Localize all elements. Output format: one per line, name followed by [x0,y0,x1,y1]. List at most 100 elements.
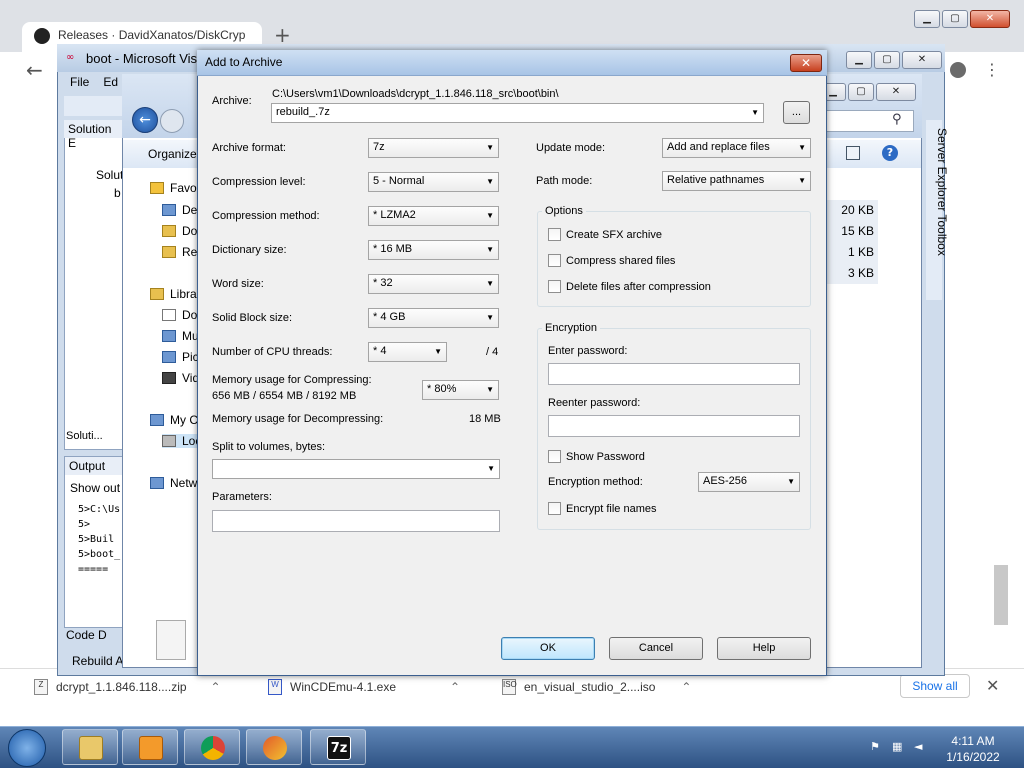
preview-pane-icon[interactable] [846,146,860,160]
maximize-button[interactable]: ▢ [848,83,874,101]
download-item[interactable]: W WinCDEmu-4.1.exe ⌃ [268,677,460,697]
ok-button[interactable]: OK [501,637,595,660]
chrome-icon [201,736,225,760]
server-explorer-toolbox-tabs[interactable]: Server Explorer Toolbox [919,128,949,256]
search-icon[interactable]: ⚲ [892,112,902,127]
profile-avatar-icon[interactable] [950,62,966,78]
dialog-close-button[interactable]: ✕ [790,54,822,72]
vs-logo-icon: ∞ [66,52,75,63]
solution-explorer-tab[interactable]: Soluti... [66,430,126,448]
show-password-checkbox[interactable]: Show Password [548,450,645,463]
taskbar-chrome[interactable] [184,729,240,765]
taskbar-media-player[interactable] [122,729,178,765]
dictionary-size-select[interactable]: * 16 MB [368,240,499,260]
chevron-up-icon[interactable]: ⌃ [681,680,691,694]
delete-after-compression-checkbox[interactable]: Delete files after compression [548,280,711,293]
cancel-button[interactable]: Cancel [609,637,703,660]
checkbox-box[interactable] [548,280,561,293]
nav-item-music[interactable]: Mu [162,329,199,343]
create-sfx-checkbox[interactable]: Create SFX archive [548,228,662,241]
forward-arrow-icon[interactable] [160,109,184,133]
parameters-label: Parameters: [212,491,272,503]
parameters-input[interactable] [212,510,500,532]
nav-item-libraries[interactable]: Libra [150,287,197,301]
nav-item-videos[interactable]: Vid [162,371,199,385]
download-item[interactable]: ISO en_visual_studio_2....iso ⌃ [502,677,691,697]
nav-item-local-disk[interactable]: Loc [162,434,202,448]
back-arrow-icon[interactable]: ← [26,58,43,82]
nav-item-computer[interactable]: My C [150,413,198,427]
network-icon[interactable]: ▦ [892,740,906,754]
browse-button[interactable]: ... [783,101,810,124]
chevron-up-icon[interactable]: ⌃ [211,680,221,694]
update-mode-select[interactable]: Add and replace files [662,138,811,158]
split-volumes-label: Split to volumes, bytes: [212,441,326,453]
tray-clock[interactable]: 4:11 AM 1/16/2022 [940,733,1006,765]
media-player-icon [139,736,163,760]
compression-level-select[interactable]: 5 - Normal [368,172,499,192]
desktop-icon [162,204,176,216]
compression-method-select[interactable]: * LZMA2 [368,206,499,226]
nav-item-network[interactable]: Netw [150,476,197,490]
back-arrow-icon[interactable]: ← [132,107,158,133]
help-icon[interactable]: ? [882,145,898,161]
file-size: 20 KB [822,200,878,221]
action-center-icon[interactable]: ⚑ [870,740,884,754]
solid-block-size-select[interactable]: * 4 GB [368,308,499,328]
word-size-select[interactable]: * 32 [368,274,499,294]
close-button[interactable]: ✕ [902,51,942,69]
minimize-button[interactable]: ▁ [846,51,872,69]
help-button[interactable]: Help [717,637,811,660]
encryption-method-select[interactable]: AES-256 [698,472,800,492]
encrypt-file-names-checkbox[interactable]: Encrypt file names [548,502,656,515]
cpu-threads-label: Number of CPU threads: [212,346,333,358]
dialog-title: Add to Archive [205,55,283,69]
memory-usage-select[interactable]: * 80% [422,380,499,400]
close-downloads-bar-icon[interactable]: ✕ [986,676,999,695]
split-volumes-combo[interactable] [212,459,500,479]
code-definition-tab[interactable]: Code D [66,628,126,646]
checkbox-box[interactable] [548,254,561,267]
nav-item-favorites[interactable]: Favo [150,181,197,195]
organize-button[interactable]: Organize [148,147,197,161]
nav-item-pictures[interactable]: Pic [162,350,199,364]
solution-tree-node[interactable]: Solut [96,168,123,182]
menu-file[interactable]: File [70,75,89,89]
compress-shared-checkbox[interactable]: Compress shared files [548,254,675,267]
download-filename: WinCDEmu-4.1.exe [290,680,397,694]
checkbox-box[interactable] [548,502,561,515]
solution-tree-node[interactable]: b [114,186,121,200]
archive-path: C:\Users\vm1\Downloads\dcrypt_1.1.846.11… [272,88,559,100]
update-mode-label: Update mode: [536,142,606,154]
page-scrollbar-thumb[interactable] [994,565,1008,625]
document-icon [162,309,176,321]
taskbar-visual-studio[interactable] [246,729,302,765]
reenter-password-input[interactable] [548,415,800,437]
taskbar-7zip[interactable]: 7z [310,729,366,765]
chrome-menu-icon[interactable]: ⋮ [984,60,1000,79]
minimize-button[interactable]: ▁ [914,10,940,28]
close-button[interactable]: ✕ [970,10,1010,28]
close-button[interactable]: ✕ [876,83,916,101]
archive-format-select[interactable]: 7z [368,138,499,158]
checkbox-box[interactable] [548,450,561,463]
cpu-threads-select[interactable]: * 4 [368,342,447,362]
maximize-button[interactable]: ▢ [942,10,968,28]
show-all-downloads-button[interactable]: Show all [900,674,970,698]
volume-icon[interactable]: ◄ [914,740,928,754]
start-button[interactable] [8,729,46,767]
chrome-tab-title: Releases · DavidXanatos/DiskCryp [58,28,246,42]
download-item[interactable]: Z dcrypt_1.1.846.118....zip ⌃ [34,677,221,697]
chevron-up-icon[interactable]: ⌃ [450,680,460,694]
enter-password-input[interactable] [548,363,800,385]
archive-name-combo[interactable]: rebuild_.7z [271,103,764,123]
maximize-button[interactable]: ▢ [874,51,900,69]
nav-item-documents[interactable]: Do [162,308,197,322]
taskbar-explorer[interactable] [62,729,118,765]
menu-edit[interactable]: Ed [103,75,118,89]
vs-window-title: boot - Microsoft Visu [86,51,205,66]
path-mode-select[interactable]: Relative pathnames [662,171,811,191]
explorer-window-controls: ▁ ▢ ✕ [820,83,916,101]
checkbox-box[interactable] [548,228,561,241]
solid-block-size-label: Solid Block size: [212,312,293,324]
